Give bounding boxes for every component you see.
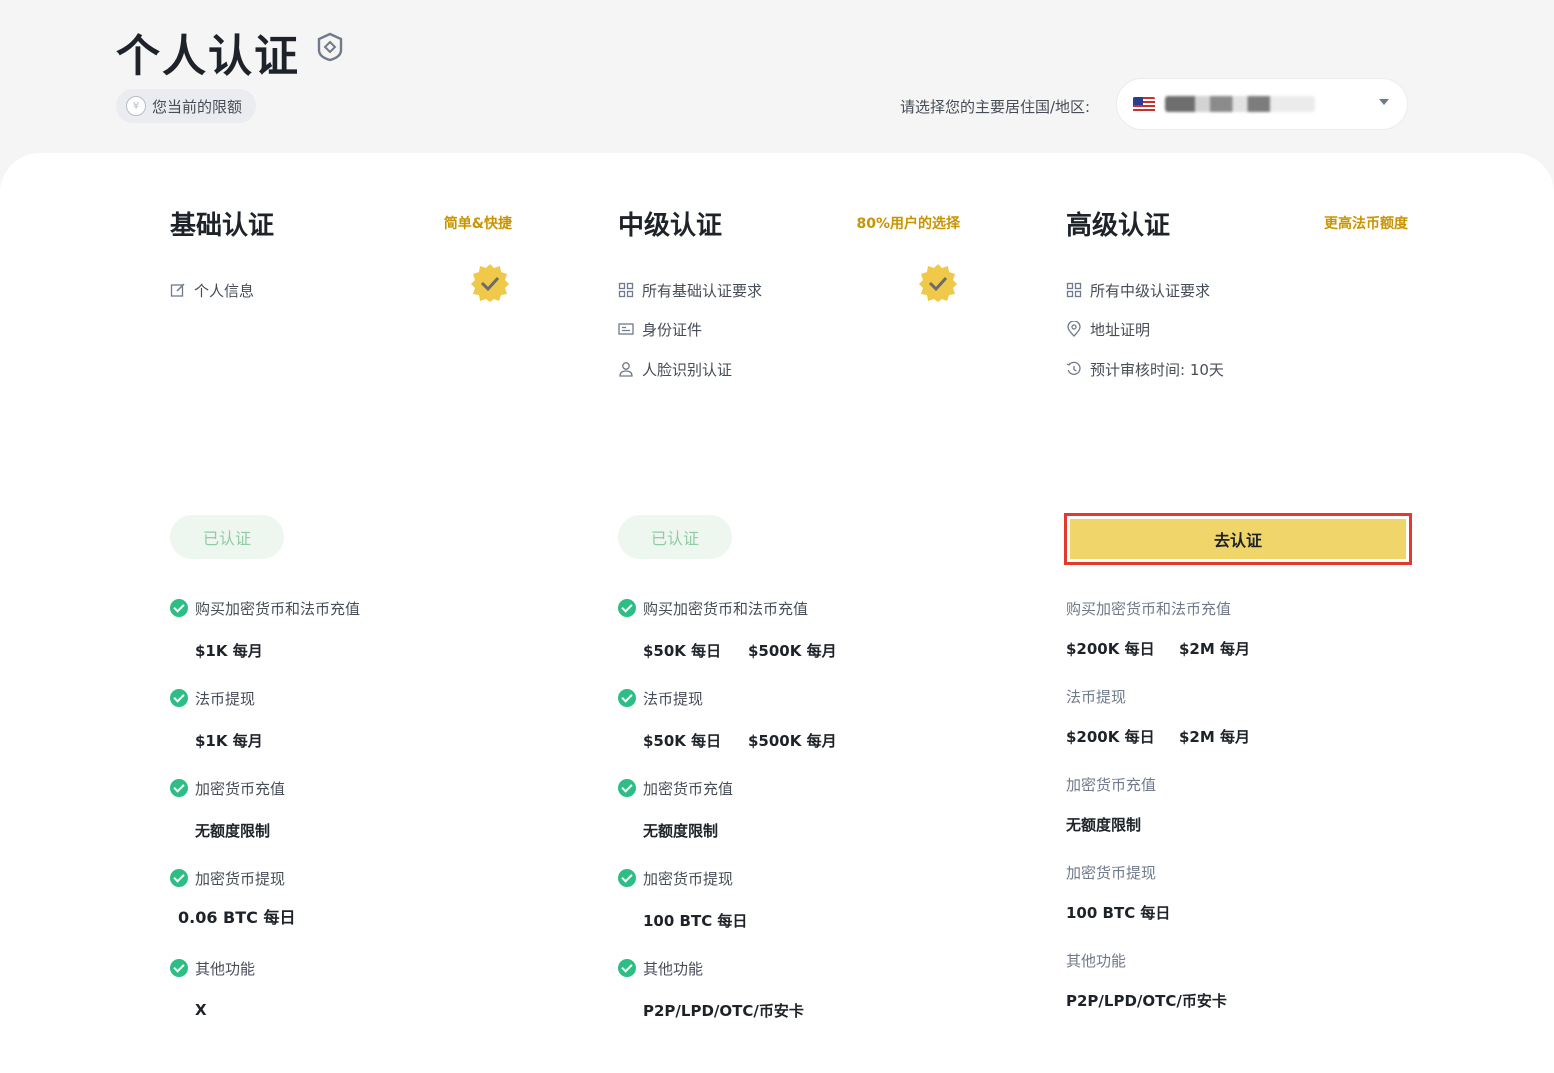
limit-value: $50K 每日 [643, 641, 722, 660]
limit-value: 100 BTC 每日 [643, 911, 748, 930]
chevron-down-icon [1379, 99, 1389, 105]
limit-label: 购买加密货币和法币充值 [618, 597, 808, 619]
verified-status-button: 已认证 [618, 515, 732, 559]
check-circle-icon [170, 689, 188, 707]
tier-intermediate: 中级认证 80%用户的选择 所有基础认证要求 身份证件 人脸识别认证 已认证 购… [618, 153, 960, 1053]
check-circle-icon [618, 869, 636, 887]
page-header: 个人认证 ¥ 您当前的限额 请选择您的主要居住国/地区: [0, 0, 1554, 160]
limit-label: 其他功能 [1066, 951, 1127, 970]
tier-basic: 基础认证 简单&快捷 个人信息 已认证 购买加密货币和法币充值 $1K 每月 法… [170, 153, 512, 1053]
limit-value: $2M 每月 [1179, 727, 1251, 746]
edit-icon [170, 283, 185, 297]
requirement-item: 人脸识别认证 [618, 358, 732, 380]
region-value-redacted [1165, 96, 1315, 112]
limit-value: 无额度限制 [643, 821, 719, 840]
grid-icon [1066, 282, 1082, 298]
clock-icon [1066, 361, 1081, 375]
coin-icon: ¥ [126, 96, 146, 116]
limit-value: $500K 每月 [748, 731, 837, 750]
limit-label: 加密货币提现 [1066, 863, 1157, 882]
requirement-item: 预计审核时间: 10天 [1066, 358, 1224, 380]
requirement-item: 身份证件 [618, 318, 702, 340]
check-circle-icon [618, 959, 636, 977]
check-circle-icon [170, 959, 188, 977]
limit-value: $500K 每月 [748, 641, 837, 660]
limit-label: 其他功能 [170, 957, 255, 979]
verification-card: 基础认证 简单&快捷 个人信息 已认证 购买加密货币和法币充值 $1K 每月 法… [0, 153, 1554, 1073]
limit-label: 加密货币提现 [170, 867, 285, 889]
tier-tag: 更高法币额度 [1324, 216, 1408, 232]
requirement-item: 所有基础认证要求 [618, 279, 762, 301]
tier-tag: 简单&快捷 [443, 216, 512, 232]
limit-value: $1K 每月 [195, 731, 263, 750]
limit-label: 法币提现 [618, 687, 703, 709]
limit-value: 0.06 BTC 每日 [178, 908, 296, 927]
go-verify-button[interactable]: 去认证 [1070, 519, 1406, 559]
limit-value: $1K 每月 [195, 641, 263, 660]
limit-label: 加密货币充值 [618, 777, 733, 799]
page-title: 个人认证 [116, 31, 300, 82]
limit-label: 加密货币提现 [618, 867, 733, 889]
limit-label: 加密货币充值 [1066, 775, 1157, 794]
limit-value: P2P/LPD/OTC/币安卡 [1066, 991, 1227, 1010]
requirement-item: 地址证明 [1066, 318, 1150, 340]
limit-label: 加密货币充值 [170, 777, 285, 799]
limit-label: 购买加密货币和法币充值 [1066, 599, 1232, 618]
region-label: 请选择您的主要居住国/地区: [900, 98, 1091, 116]
shield-icon[interactable] [316, 32, 344, 62]
current-limit-label: 您当前的限额 [152, 97, 243, 116]
grid-icon [618, 282, 634, 298]
check-circle-icon [170, 779, 188, 797]
limit-value: $50K 每日 [643, 731, 722, 750]
go-verify-highlight: 去认证 [1064, 513, 1412, 565]
limit-value: X [195, 1001, 207, 1019]
location-pin-icon [1067, 321, 1081, 337]
check-circle-icon [618, 779, 636, 797]
check-circle-icon [618, 689, 636, 707]
verified-status-button: 已认证 [170, 515, 284, 559]
limit-value: 100 BTC 每日 [1066, 903, 1171, 922]
verified-badge-icon [919, 264, 957, 302]
limit-value: P2P/LPD/OTC/币安卡 [643, 1001, 804, 1020]
check-circle-icon [170, 599, 188, 617]
tier-title: 高级认证 [1066, 211, 1171, 241]
tier-advanced: 高级认证 更高法币额度 所有中级认证要求 地址证明 预计审核时间: 10天 去认… [1064, 153, 1412, 1053]
flag-icon [1133, 96, 1155, 112]
id-card-icon [618, 323, 634, 335]
region-select[interactable] [1116, 78, 1408, 130]
limit-label: 购买加密货币和法币充值 [170, 597, 360, 619]
limit-value: $2M 每月 [1179, 639, 1251, 658]
verified-badge-icon [471, 264, 509, 302]
limit-value: $200K 每日 [1066, 727, 1155, 746]
limit-label: 法币提现 [1066, 687, 1127, 706]
requirement-item: 个人信息 [170, 279, 254, 301]
tier-tag: 80%用户的选择 [856, 216, 960, 232]
limit-value: 无额度限制 [1066, 815, 1142, 834]
limit-value: $200K 每日 [1066, 639, 1155, 658]
person-icon [619, 362, 633, 377]
tier-title: 基础认证 [170, 211, 275, 241]
check-circle-icon [618, 599, 636, 617]
limit-label: 法币提现 [170, 687, 255, 709]
tier-title: 中级认证 [618, 211, 723, 241]
current-limit-button[interactable]: ¥ 您当前的限额 [116, 89, 256, 123]
check-circle-icon [170, 869, 188, 887]
limit-label: 其他功能 [618, 957, 703, 979]
limit-value: 无额度限制 [195, 821, 271, 840]
requirement-item: 所有中级认证要求 [1066, 279, 1210, 301]
